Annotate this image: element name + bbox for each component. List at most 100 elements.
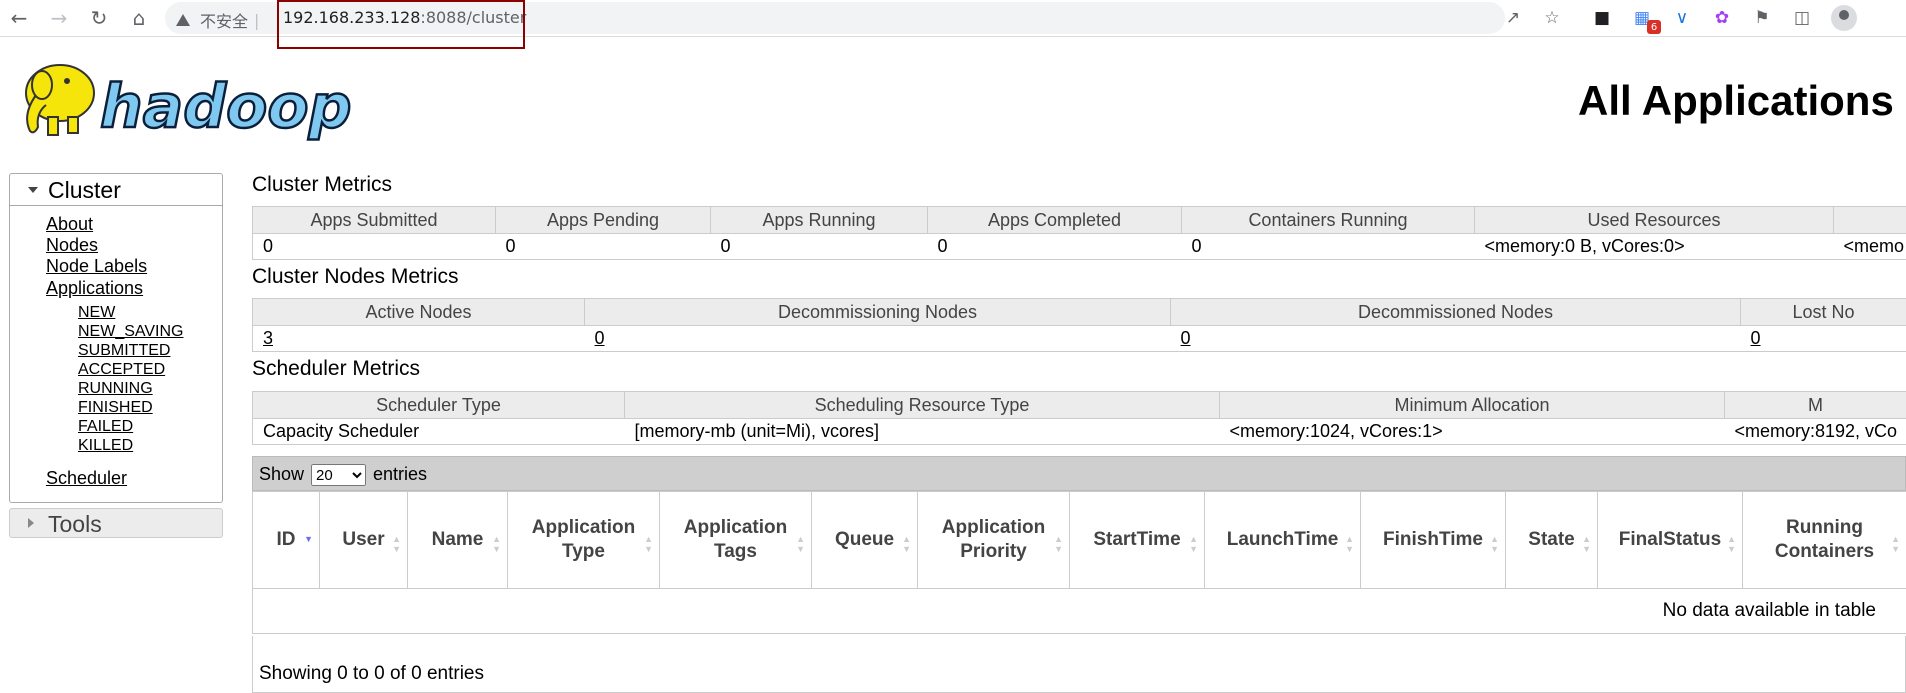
page-size-select[interactable]: 20 [311, 464, 366, 486]
metric-value: <memory:1024, vCores:1> [1219, 418, 1725, 445]
sort-icon: ▲ ▼ [1345, 534, 1354, 554]
extension-v-icon[interactable]: ∨ [1670, 6, 1694, 30]
apps-table-controls: Show 20 entries [252, 456, 1906, 491]
sort-icon: ▲ ▼ [1189, 534, 1198, 554]
collapsed-triangle-icon [28, 518, 34, 528]
column-header-application-priority[interactable]: Application Priority ▲ ▼ [917, 491, 1070, 589]
metric-value: <memory:8192, vCo [1724, 418, 1906, 445]
sidebar-link-applications[interactable]: Applications [46, 278, 143, 299]
empty-table-message: No data available in table [252, 588, 1906, 634]
metric-header: Decommissioning Nodes [584, 298, 1171, 326]
metric-value: 0 [710, 233, 928, 260]
metric-header: M [1724, 391, 1906, 419]
logo-text: hadoop [100, 72, 352, 142]
column-header-label: Queue [834, 529, 895, 550]
sort-icon: ▲ ▼ [644, 534, 653, 554]
extension-brain-icon[interactable]: ✿ [1710, 6, 1734, 30]
sidebar-link-node-labels[interactable]: Node Labels [46, 256, 147, 277]
reload-icon[interactable]: ↻ [86, 5, 112, 31]
column-header-user[interactable]: User ▲ ▼ [319, 491, 408, 589]
sidebar-state-accepted[interactable]: ACCEPTED [78, 361, 165, 379]
sidebar-cluster-header[interactable]: Cluster [10, 174, 222, 206]
column-header-label: FinalStatus [1618, 529, 1722, 550]
expanded-triangle-icon [28, 187, 38, 193]
column-header-application-tags[interactable]: Application Tags ▲ ▼ [659, 491, 812, 589]
sidebar-tools-label: Tools [48, 511, 102, 537]
sort-desc-icon: ▼ [304, 534, 313, 544]
column-header-label: FinishTime [1383, 529, 1483, 550]
metric-header: Scheduling Resource Type [624, 391, 1220, 419]
warning-icon [176, 14, 190, 26]
metric-value: 0 [495, 233, 711, 260]
extension-dark-icon[interactable]: ■ [1590, 6, 1614, 30]
share-icon[interactable]: ↗ [1501, 6, 1525, 30]
table-info-text: Showing 0 to 0 of 0 entries [259, 663, 484, 684]
applications-table: ID ▼ User ▲ ▼ Name ▲ ▼ Application Type ▲ ▼ App… [252, 491, 1906, 634]
column-header-label: Application Tags [683, 517, 788, 562]
decommissioned-nodes-link[interactable]: 0 [1181, 328, 1191, 348]
sidebar-state-submitted[interactable]: SUBMITTED [78, 342, 170, 360]
home-icon[interactable]: ⌂ [126, 5, 152, 31]
profile-avatar[interactable] [1831, 5, 1857, 31]
browser-toolbar: ← → ↻ ⌂ 不安全 | 192.168.233.128:8088/clust… [0, 0, 1906, 49]
column-header-label: ID [276, 529, 296, 550]
column-header-finalstatus[interactable]: FinalStatus ▲ ▼ [1597, 491, 1743, 589]
metric-header: Lost No [1740, 298, 1906, 326]
metric-value: <memo [1833, 233, 1906, 260]
metric-value: <memory:0 B, vCores:0> [1474, 233, 1834, 260]
sort-icon: ▲ ▼ [1054, 534, 1063, 554]
column-header-label: LaunchTime [1226, 529, 1339, 550]
cluster-metrics-table: Apps Submitted Apps Pending Apps Running… [252, 206, 1906, 260]
scheduler-metrics-title: Scheduler Metrics [252, 357, 421, 380]
entries-label: entries [373, 464, 428, 484]
metric-header: Containers Running [1181, 206, 1475, 234]
metric-header: Apps Pending [495, 206, 711, 234]
metric-header: Apps Running [710, 206, 928, 234]
metric-header: Apps Submitted [252, 206, 496, 234]
active-nodes-link[interactable]: 3 [263, 328, 273, 348]
column-header-id[interactable]: ID ▼ [252, 491, 320, 589]
back-icon[interactable]: ← [6, 5, 32, 31]
metric-header: Used Resources [1474, 206, 1834, 234]
sidebar-state-finished[interactable]: FINISHED [78, 399, 153, 417]
bookmark-star-icon[interactable]: ☆ [1540, 6, 1564, 30]
column-header-label: Running Containers [1774, 517, 1875, 562]
metric-header: Minimum Allocation [1219, 391, 1725, 419]
column-header-state[interactable]: State ▲ ▼ [1505, 491, 1598, 589]
sidebar-state-new[interactable]: NEW [78, 304, 115, 322]
column-header-starttime[interactable]: StartTime ▲ ▼ [1069, 491, 1205, 589]
hadoop-logo[interactable]: hadoop [12, 55, 387, 145]
sidebar-state-killed[interactable]: KILLED [78, 437, 133, 455]
column-header-application-type[interactable]: Application Type ▲ ▼ [507, 491, 660, 589]
column-header-launchtime[interactable]: LaunchTime ▲ ▼ [1204, 491, 1361, 589]
sidebar-tools-header[interactable]: Tools [9, 508, 223, 538]
column-header-queue[interactable]: Queue ▲ ▼ [811, 491, 918, 589]
sidebar-cluster-label: Cluster [48, 177, 121, 203]
forward-icon[interactable]: → [46, 5, 72, 31]
sidebar-link-about[interactable]: About [46, 214, 93, 235]
security-label: 不安全 [200, 12, 249, 31]
sidebar-state-failed[interactable]: FAILED [78, 418, 133, 436]
sort-icon: ▲ ▼ [796, 534, 805, 554]
sort-icon: ▲ ▼ [1891, 534, 1900, 554]
column-header-label: Application Priority [941, 517, 1046, 562]
extensions-puzzle-icon[interactable]: ⚑ [1750, 6, 1774, 30]
table-info: Showing 0 to 0 of 0 entries [252, 636, 1906, 693]
column-header-running-containers[interactable]: Running Containers ▲ ▼ [1742, 491, 1906, 589]
sidebar-link-nodes[interactable]: Nodes [46, 235, 98, 256]
lost-nodes-link[interactable]: 0 [1751, 328, 1761, 348]
sidebar-link-scheduler[interactable]: Scheduler [46, 468, 127, 489]
url-highlight-box [277, 0, 525, 49]
sidebar-state-new-saving[interactable]: NEW_SAVING [78, 323, 184, 341]
decommissioning-nodes-link[interactable]: 0 [595, 328, 605, 348]
security-indicator[interactable]: 不安全 | [176, 8, 259, 32]
column-header-name[interactable]: Name ▲ ▼ [407, 491, 508, 589]
sidebar-state-running[interactable]: RUNNING [78, 380, 153, 398]
sidebar-cluster: Cluster About Nodes Node Labels Applicat… [9, 173, 223, 503]
column-header-finishtime[interactable]: FinishTime ▲ ▼ [1360, 491, 1506, 589]
sort-icon: ▲ ▼ [392, 534, 401, 554]
sort-icon: ▲ ▼ [1727, 534, 1736, 554]
nodes-metrics-title: Cluster Nodes Metrics [252, 265, 459, 288]
metric-header: Apps Completed [927, 206, 1182, 234]
side-panel-icon[interactable]: ◫ [1790, 6, 1814, 30]
